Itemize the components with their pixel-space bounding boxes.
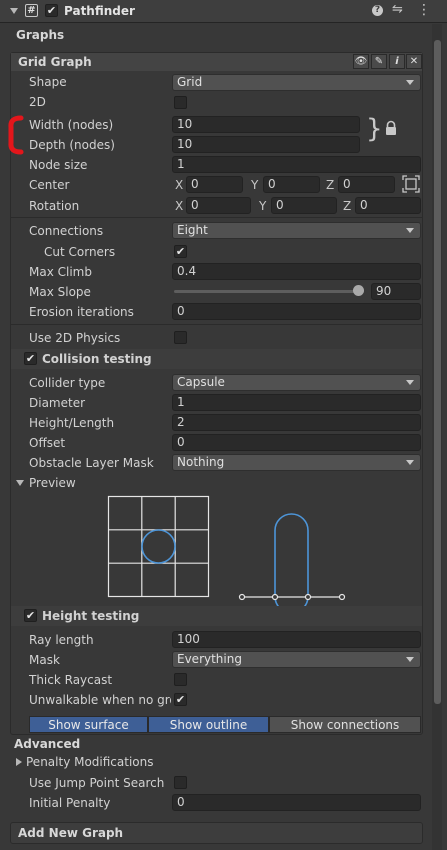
link-brace-icon: } [366, 114, 383, 144]
rotation-z-field[interactable]: 0 [355, 197, 421, 214]
max-slope-slider-track[interactable] [174, 290, 364, 293]
max-slope-label: Max Slope [29, 285, 91, 299]
capsule-preview [274, 513, 309, 614]
initial-penalty-label: Initial Penalty [29, 796, 111, 810]
preview-label[interactable]: Preview [29, 474, 76, 492]
help-icon[interactable]: ? [372, 5, 383, 16]
obstacle-mask-dropdown[interactable]: Nothing [172, 454, 421, 471]
show-connections-toggle[interactable]: Show connections [269, 716, 421, 733]
height-length-label: Height/Length [29, 416, 115, 430]
thick-raycast-checkbox[interactable] [174, 673, 187, 686]
center-x-axis-label: X [175, 178, 184, 192]
collider-circle-preview [141, 529, 176, 564]
rotation-x-field[interactable]: 0 [186, 197, 251, 214]
width-label: Width (nodes) [29, 118, 114, 132]
collider-type-dropdown[interactable]: Capsule [172, 374, 421, 391]
rotation-z-axis-label: Z [343, 199, 352, 213]
shape-label: Shape [29, 75, 67, 89]
max-slope-slider-thumb[interactable] [353, 285, 364, 296]
depth-field[interactable]: 10 [172, 136, 360, 153]
two-d-checkbox[interactable] [174, 96, 187, 109]
height-testing-label: Height testing [42, 609, 140, 623]
rename-pencil-icon[interactable]: ✎ [371, 54, 387, 69]
graphs-heading: Graphs [16, 28, 65, 42]
width-field[interactable]: 10 [172, 116, 360, 133]
separator [10, 324, 422, 325]
red-bracket-mark [8, 115, 24, 155]
cut-corners-checkbox[interactable]: ✔ [174, 245, 187, 258]
erosion-field[interactable]: 0 [172, 303, 421, 320]
add-new-graph-label: Add New Graph [18, 826, 124, 840]
unwalkable-label: Unwalkable when no ground [29, 693, 171, 707]
offset-label: Offset [29, 436, 66, 450]
show-outline-toggle[interactable]: Show outline [148, 716, 269, 733]
preview-foldout-arrow-icon[interactable] [16, 480, 24, 486]
rotation-label: Rotation [29, 199, 80, 213]
use-2d-physics-label: Use 2D Physics [29, 331, 121, 345]
mask-dropdown[interactable]: Everything [172, 651, 421, 668]
info-icon[interactable]: i [389, 54, 405, 69]
offset-field[interactable]: 0 [172, 434, 421, 451]
connections-dropdown[interactable]: Eight [172, 222, 421, 239]
presets-icon[interactable]: ⇋ [392, 2, 403, 18]
rotation-y-axis-label: Y [259, 199, 267, 213]
node-size-label: Node size [29, 158, 88, 172]
max-slope-field[interactable]: 90 [371, 283, 421, 300]
center-z-axis-label: Z [326, 178, 335, 192]
erosion-label: Erosion iterations [29, 305, 134, 319]
rotation-y-field[interactable]: 0 [271, 197, 337, 214]
collision-preview [107, 495, 346, 614]
show-surface-toggle[interactable]: Show surface [29, 716, 148, 733]
connections-label: Connections [29, 224, 104, 238]
ray-length-field[interactable]: 100 [172, 631, 421, 648]
foldout-arrow-icon[interactable] [10, 8, 18, 14]
initial-penalty-field[interactable]: 0 [172, 794, 421, 811]
visibility-eye-icon[interactable]: 👁 [353, 54, 369, 69]
grid-graph-title: Grid Graph [18, 55, 92, 69]
rotation-x-axis-label: X [175, 199, 184, 213]
collision-testing-checkbox[interactable]: ✔ [24, 352, 37, 365]
two-d-label: 2D [29, 95, 46, 109]
height-length-field[interactable]: 2 [172, 414, 421, 431]
center-z-field[interactable]: 0 [338, 176, 395, 193]
scrollbar-thumb[interactable] [434, 40, 441, 704]
use-2d-physics-checkbox[interactable] [174, 331, 187, 344]
script-icon: # [25, 4, 38, 17]
collider-type-label: Collider type [29, 376, 106, 390]
lock-icon[interactable] [384, 120, 398, 136]
max-climb-label: Max Climb [29, 265, 92, 279]
diameter-label: Diameter [29, 396, 86, 410]
center-label: Center [29, 178, 70, 192]
collision-testing-label: Collision testing [42, 352, 152, 366]
separator [10, 217, 422, 218]
shape-dropdown[interactable]: Grid [172, 74, 421, 91]
grid-preview [107, 495, 210, 598]
unwalkable-checkbox[interactable]: ✔ [174, 693, 187, 706]
cut-corners-label: Cut Corners [44, 245, 116, 259]
max-climb-field[interactable]: 0.4 [172, 263, 421, 280]
ray-length-label: Ray length [29, 633, 94, 647]
penalty-modifications-label[interactable]: Penalty Modifications [26, 753, 154, 771]
snap-center-icon[interactable] [402, 175, 420, 193]
thick-raycast-label: Thick Raycast [29, 673, 113, 687]
obstacle-mask-label: Obstacle Layer Mask [29, 456, 154, 470]
diameter-field[interactable]: 1 [172, 394, 421, 411]
penalty-foldout-arrow-icon[interactable] [16, 758, 22, 766]
height-testing-checkbox[interactable]: ✔ [24, 609, 37, 622]
center-x-field[interactable]: 0 [186, 176, 243, 193]
center-y-axis-label: Y [251, 178, 259, 192]
component-title: Pathfinder [64, 4, 135, 18]
center-y-field[interactable]: 0 [263, 176, 320, 193]
depth-label: Depth (nodes) [29, 138, 115, 152]
node-size-field[interactable]: 1 [172, 156, 421, 173]
component-enabled-checkbox[interactable]: ✔ [45, 4, 58, 17]
advanced-heading: Advanced [14, 737, 81, 751]
more-options-icon[interactable]: ⋮ [417, 2, 431, 18]
jump-point-checkbox[interactable] [174, 776, 187, 789]
mask-label: Mask [29, 653, 60, 667]
jump-point-label: Use Jump Point Search [29, 776, 165, 790]
delete-graph-icon[interactable]: ✕ [406, 54, 422, 69]
